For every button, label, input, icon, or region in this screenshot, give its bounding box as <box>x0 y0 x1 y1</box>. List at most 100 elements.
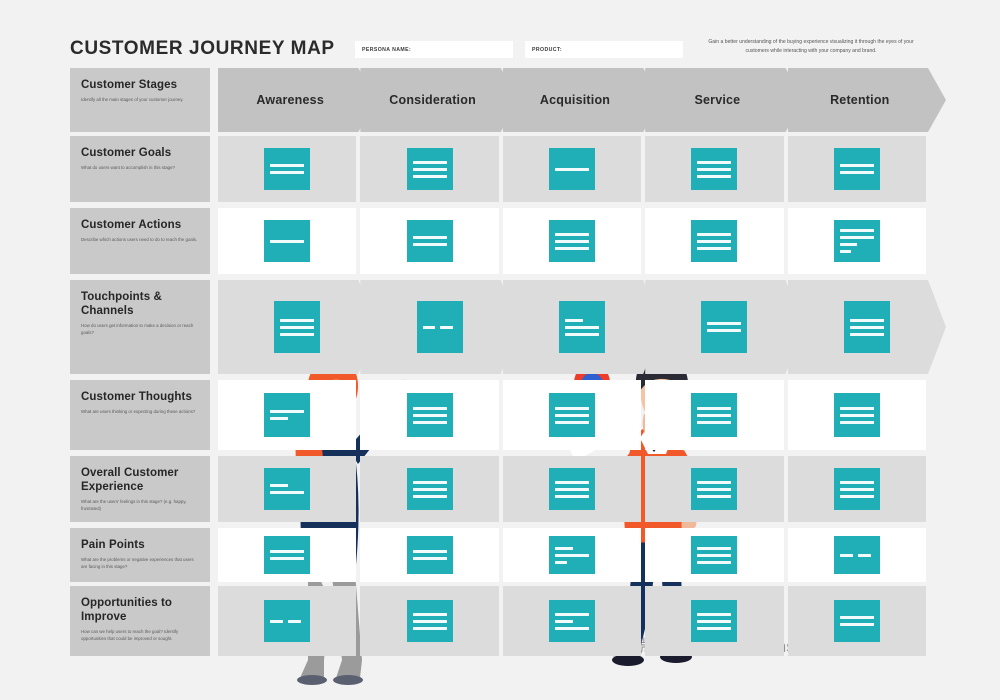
row-label-card: Overall Customer Experience What are the … <box>70 456 210 522</box>
note-line <box>697 560 732 564</box>
journey-cell[interactable] <box>218 380 357 450</box>
row-label-card: Customer Stages Identify all the main sta… <box>70 68 210 132</box>
note-card[interactable] <box>264 536 311 574</box>
stage-header-cell[interactable]: Service <box>645 68 803 132</box>
journey-cell[interactable] <box>645 380 784 450</box>
note-card[interactable] <box>406 148 453 190</box>
note-line <box>554 619 573 623</box>
note-card[interactable] <box>406 600 453 642</box>
journey-cell[interactable] <box>502 528 642 582</box>
note-card[interactable] <box>691 536 738 574</box>
product-field[interactable]: PRODUCT: <box>525 41 683 58</box>
journey-cell[interactable] <box>360 456 499 522</box>
note-card[interactable] <box>548 468 595 510</box>
note-line <box>270 171 305 174</box>
journey-cell[interactable] <box>787 380 926 450</box>
stage-header-cell[interactable]: Acquisition <box>503 68 661 132</box>
journey-cell[interactable] <box>645 136 784 202</box>
note-line <box>412 550 447 553</box>
note-line <box>697 167 732 171</box>
journey-cell[interactable] <box>218 136 357 202</box>
note-card[interactable] <box>274 301 320 353</box>
note-card[interactable] <box>844 301 890 353</box>
journey-cell[interactable] <box>360 136 499 202</box>
note-card[interactable] <box>691 393 738 437</box>
journey-cell[interactable] <box>360 280 518 374</box>
row-cells <box>218 528 930 582</box>
note-card[interactable] <box>548 148 595 190</box>
note-card[interactable] <box>691 600 738 642</box>
note-card[interactable] <box>833 468 880 510</box>
note-card[interactable] <box>691 220 738 262</box>
journey-cell[interactable] <box>788 280 946 374</box>
note-card[interactable] <box>833 148 880 190</box>
note-line <box>280 326 314 329</box>
journey-cell[interactable] <box>645 586 784 656</box>
note-line <box>697 494 732 498</box>
journey-cell[interactable] <box>218 280 376 374</box>
note-card[interactable] <box>264 393 311 437</box>
note-card[interactable] <box>548 600 595 642</box>
journey-cell[interactable] <box>787 528 926 582</box>
note-card[interactable] <box>264 220 311 262</box>
row-label-card: Customer Actions Describe which actions u… <box>70 208 210 274</box>
journey-cell[interactable] <box>502 380 642 450</box>
journey-cell[interactable] <box>218 586 357 656</box>
journey-cell[interactable] <box>645 280 803 374</box>
note-card[interactable] <box>559 301 605 353</box>
note-line <box>412 406 447 410</box>
journey-cell[interactable] <box>502 456 642 522</box>
journey-cell[interactable] <box>218 528 357 582</box>
note-card[interactable] <box>548 536 595 574</box>
journey-cell[interactable] <box>360 528 499 582</box>
note-card[interactable] <box>833 600 880 642</box>
journey-cell[interactable] <box>645 528 784 582</box>
stage-header-cell[interactable]: Retention <box>788 68 946 132</box>
journey-cell[interactable] <box>503 280 661 374</box>
journey-row: Opportunities to Improve How can we help … <box>70 586 930 656</box>
journey-cell[interactable] <box>645 208 784 274</box>
note-line <box>270 239 305 243</box>
note-card[interactable] <box>406 393 453 437</box>
note-card[interactable] <box>833 536 880 574</box>
note-card[interactable] <box>691 468 738 510</box>
row-label-card: Customer Thoughts What are users thinking… <box>70 380 210 450</box>
journey-cell[interactable] <box>787 136 926 202</box>
note-card[interactable] <box>548 220 595 262</box>
journey-cell[interactable] <box>360 380 499 450</box>
journey-cell[interactable] <box>502 136 642 202</box>
note-card[interactable] <box>406 468 453 510</box>
persona-name-field[interactable]: PERSONA NAME: <box>355 41 513 58</box>
note-line <box>697 420 732 424</box>
row-label-title: Customer Thoughts <box>81 391 192 403</box>
journey-cell[interactable] <box>787 586 926 656</box>
journey-cell[interactable] <box>502 208 642 274</box>
note-card[interactable] <box>833 393 880 437</box>
note-card[interactable] <box>833 220 880 262</box>
journey-cell[interactable] <box>502 586 642 656</box>
note-card[interactable] <box>417 301 463 353</box>
journey-cell[interactable] <box>360 208 499 274</box>
row-cells <box>218 280 930 374</box>
note-card[interactable] <box>406 220 453 262</box>
journey-cell[interactable] <box>218 208 357 274</box>
note-card[interactable] <box>264 468 311 510</box>
journey-cell[interactable] <box>645 456 784 522</box>
journey-cell[interactable] <box>360 586 499 656</box>
journey-cell[interactable] <box>787 208 926 274</box>
note-card[interactable] <box>691 148 738 190</box>
note-line <box>697 626 732 630</box>
note-card[interactable] <box>264 600 311 642</box>
note-line <box>697 546 732 550</box>
note-card[interactable] <box>264 148 311 190</box>
stage-header-cell[interactable]: Awareness <box>218 68 376 132</box>
journey-cell[interactable] <box>787 456 926 522</box>
journey-cell[interactable] <box>218 456 357 522</box>
row-label-description: What are users thinking or expecting dur… <box>81 409 196 415</box>
note-card[interactable] <box>406 536 453 574</box>
note-line <box>554 480 589 484</box>
row-label-description: Identify all the main stages of your cus… <box>81 97 184 103</box>
note-card[interactable] <box>548 393 595 437</box>
note-card[interactable] <box>701 301 747 353</box>
stage-header-cell[interactable]: Consideration <box>360 68 518 132</box>
